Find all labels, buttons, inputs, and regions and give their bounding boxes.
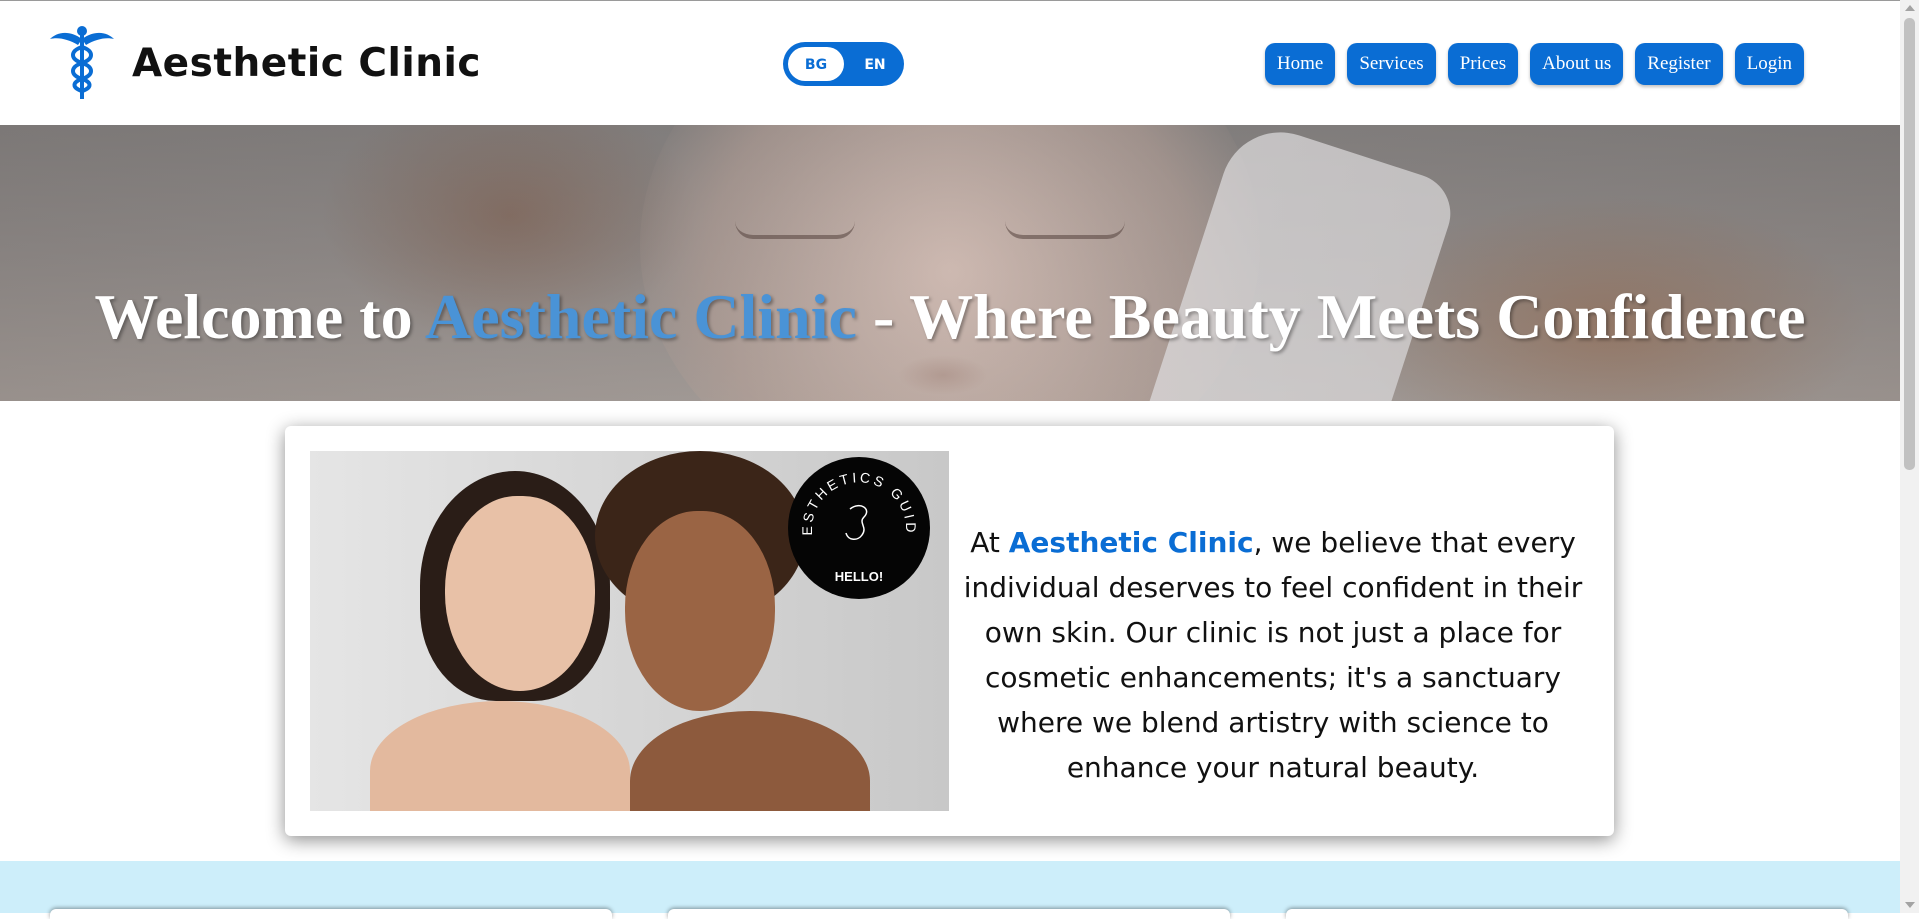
hero-overlay	[0, 125, 1900, 401]
service-card-2[interactable]	[668, 909, 1230, 919]
language-option-bg[interactable]: BG	[788, 47, 844, 81]
intro-text-accent: Aesthetic Clinic	[1008, 526, 1254, 559]
caduceus-icon	[50, 26, 114, 99]
service-card-1[interactable]	[50, 909, 612, 919]
intro-card: AESTHETICS GUIDE HELLO! At Aesthetic Cli…	[285, 426, 1614, 836]
hero-title: Welcome to Aesthetic Clinic - Where Beau…	[0, 280, 1900, 354]
intro-paragraph: At Aesthetic Clinic, we believe that eve…	[963, 520, 1583, 790]
nav-register-button[interactable]: Register	[1635, 43, 1723, 85]
language-option-en[interactable]: EN	[853, 47, 897, 81]
photo-woman-right-face	[625, 511, 775, 711]
intro-text-prefix: At	[970, 526, 1009, 559]
service-card-3[interactable]	[1286, 909, 1848, 919]
scroll-up-arrow-icon[interactable]	[1905, 5, 1915, 11]
photo-woman-left-face	[445, 496, 595, 691]
hero-title-prefix: Welcome to	[94, 280, 426, 352]
site-header: Aesthetic Clinic BG EN Home Services Pri…	[0, 1, 1900, 125]
services-section	[0, 861, 1900, 919]
aesthetics-guide-badge: AESTHETICS GUIDE HELLO!	[788, 457, 930, 599]
brand-title[interactable]: Aesthetic Clinic	[132, 41, 481, 86]
scrollbar-thumb[interactable]	[1904, 18, 1915, 470]
badge-hello-text: HELLO!	[834, 569, 884, 584]
nav-prices-button[interactable]: Prices	[1447, 43, 1519, 85]
nav-services-button[interactable]: Services	[1347, 43, 1436, 85]
scroll-down-arrow-icon[interactable]	[1905, 902, 1915, 908]
nav-about-button[interactable]: About us	[1530, 43, 1624, 85]
nav-login-button[interactable]: Login	[1734, 43, 1804, 85]
intro-text-body: , we believe that every individual deser…	[963, 526, 1583, 784]
hero-title-suffix: - Where Beauty Meets Confidence	[856, 280, 1806, 352]
intro-photo: AESTHETICS GUIDE HELLO!	[310, 451, 949, 811]
language-toggle[interactable]: BG EN	[783, 42, 904, 86]
badge-arc-label: AESTHETICS GUIDE	[788, 457, 916, 536]
hero-banner: Welcome to Aesthetic Clinic - Where Beau…	[0, 125, 1900, 401]
nav-home-button[interactable]: Home	[1264, 43, 1336, 85]
svg-text:AESTHETICS GUIDE: AESTHETICS GUIDE	[788, 457, 919, 536]
photo-woman-left-body	[370, 701, 630, 811]
face-line-icon	[845, 505, 868, 540]
photo-woman-right-body	[630, 711, 870, 811]
hero-title-accent: Aesthetic Clinic	[425, 280, 857, 352]
main-nav: Home Services Prices About us Register L…	[1264, 43, 1804, 85]
page-scrollbar[interactable]	[1900, 0, 1919, 913]
brand[interactable]: Aesthetic Clinic	[48, 25, 481, 101]
